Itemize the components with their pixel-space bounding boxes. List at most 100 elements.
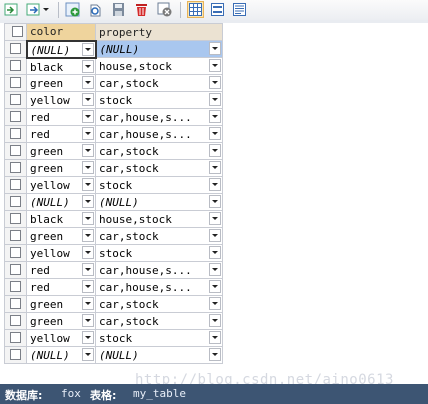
select-all-checkbox[interactable] [4, 23, 27, 41]
dropdown-button[interactable] [82, 263, 94, 276]
dropdown-button[interactable] [82, 212, 94, 225]
row-checkbox[interactable] [4, 329, 27, 347]
refresh-icon[interactable] [86, 1, 103, 18]
table-row[interactable]: yellow stock [4, 329, 223, 347]
table-row[interactable]: red car,house,s... [4, 278, 223, 296]
cell-color[interactable]: black [26, 210, 96, 228]
import-wizard-icon[interactable] [3, 1, 20, 18]
dropdown-button[interactable] [82, 76, 94, 89]
dropdown-button[interactable] [82, 280, 94, 293]
cell-color[interactable]: green [26, 74, 96, 92]
dropdown-button[interactable] [209, 229, 221, 242]
dropdown-button[interactable] [209, 144, 221, 157]
dropdown-button[interactable] [82, 246, 94, 259]
text-view-icon[interactable] [231, 1, 248, 18]
column-header-property[interactable]: property [95, 23, 223, 41]
cell-property[interactable]: car,stock [95, 142, 223, 160]
cell-color[interactable]: yellow [26, 244, 96, 262]
cell-property[interactable]: stock [95, 91, 223, 109]
table-row[interactable]: black house,stock [4, 210, 223, 228]
dropdown-button[interactable] [82, 127, 94, 140]
cell-property[interactable]: stock [95, 329, 223, 347]
dropdown-button[interactable] [81, 42, 94, 56]
row-checkbox[interactable] [4, 244, 27, 262]
column-header-color[interactable]: color [26, 23, 96, 41]
dropdown-button[interactable] [209, 59, 221, 72]
row-checkbox[interactable] [4, 74, 27, 92]
row-checkbox[interactable] [4, 142, 27, 160]
cell-property[interactable]: stock [95, 176, 223, 194]
dropdown-button[interactable] [209, 314, 221, 327]
cell-property[interactable]: (NULL) [95, 346, 223, 364]
cell-color[interactable]: (NULL) [26, 346, 96, 364]
cell-property[interactable]: stock [95, 244, 223, 262]
dropdown-button[interactable] [82, 229, 94, 242]
cell-property[interactable]: (NULL) [95, 193, 223, 211]
row-checkbox[interactable] [4, 57, 27, 75]
cell-color[interactable]: green [26, 295, 96, 313]
table-row[interactable]: black house,stock [4, 57, 223, 75]
cell-color[interactable]: red [26, 125, 96, 143]
row-checkbox[interactable] [4, 295, 27, 313]
cell-property[interactable]: car,stock [95, 227, 223, 245]
row-checkbox[interactable] [4, 312, 27, 330]
save-icon[interactable] [110, 1, 127, 18]
dropdown-button[interactable] [82, 161, 94, 174]
table-row[interactable]: green car,stock [4, 159, 223, 177]
cell-color[interactable]: green [26, 227, 96, 245]
cell-property[interactable]: car,house,s... [95, 261, 223, 279]
cell-property[interactable]: car,stock [95, 295, 223, 313]
cell-property[interactable]: car,stock [95, 74, 223, 92]
cell-color[interactable]: yellow [26, 91, 96, 109]
cell-property[interactable]: car,house,s... [95, 108, 223, 126]
row-checkbox[interactable] [4, 40, 27, 58]
cell-property[interactable]: car,stock [95, 159, 223, 177]
cell-color[interactable]: (NULL) [25, 39, 97, 59]
export-wizard-icon[interactable] [25, 1, 42, 18]
table-row[interactable]: yellow stock [4, 91, 223, 109]
cell-color[interactable]: red [26, 278, 96, 296]
dropdown-button[interactable] [209, 263, 221, 276]
cell-property[interactable]: car,house,s... [95, 278, 223, 296]
cell-property[interactable]: car,house,s... [95, 125, 223, 143]
form-view-icon[interactable] [209, 1, 226, 18]
table-row[interactable]: (NULL) (NULL) [4, 193, 223, 211]
cell-color[interactable]: black [26, 57, 96, 75]
table-row[interactable]: red car,house,s... [4, 108, 223, 126]
cell-color[interactable]: (NULL) [26, 193, 96, 211]
table-row[interactable]: green car,stock [4, 312, 223, 330]
row-checkbox[interactable] [4, 176, 27, 194]
dropdown-button[interactable] [209, 161, 221, 174]
cell-property[interactable]: house,stock [95, 210, 223, 228]
cell-property[interactable]: car,stock [95, 312, 223, 330]
delete-row-icon[interactable] [133, 1, 150, 18]
dropdown-button[interactable] [209, 93, 221, 106]
dropdown-button[interactable] [209, 42, 221, 55]
row-checkbox[interactable] [4, 261, 27, 279]
cell-color[interactable]: yellow [26, 329, 96, 347]
add-row-icon[interactable] [64, 1, 81, 18]
cell-color[interactable]: green [26, 142, 96, 160]
table-row[interactable]: yellow stock [4, 244, 223, 262]
chevron-down-icon[interactable] [41, 1, 51, 18]
row-checkbox[interactable] [4, 227, 27, 245]
dropdown-button[interactable] [209, 110, 221, 123]
row-checkbox[interactable] [4, 125, 27, 143]
dropdown-button[interactable] [209, 280, 221, 293]
dropdown-button[interactable] [82, 178, 94, 191]
table-row[interactable]: (NULL) (NULL) [4, 39, 223, 59]
cell-color[interactable]: green [26, 312, 96, 330]
table-row[interactable]: green car,stock [4, 142, 223, 160]
table-row[interactable]: green car,stock [4, 295, 223, 313]
dropdown-button[interactable] [82, 314, 94, 327]
dropdown-button[interactable] [82, 348, 94, 361]
dropdown-button[interactable] [82, 297, 94, 310]
dropdown-button[interactable] [209, 246, 221, 259]
dropdown-button[interactable] [82, 331, 94, 344]
dropdown-button[interactable] [82, 144, 94, 157]
cell-color[interactable]: red [26, 261, 96, 279]
grid-view-icon[interactable] [187, 1, 204, 18]
table-row[interactable]: yellow stock [4, 176, 223, 194]
dropdown-button[interactable] [209, 348, 221, 361]
table-row[interactable]: green car,stock [4, 227, 223, 245]
